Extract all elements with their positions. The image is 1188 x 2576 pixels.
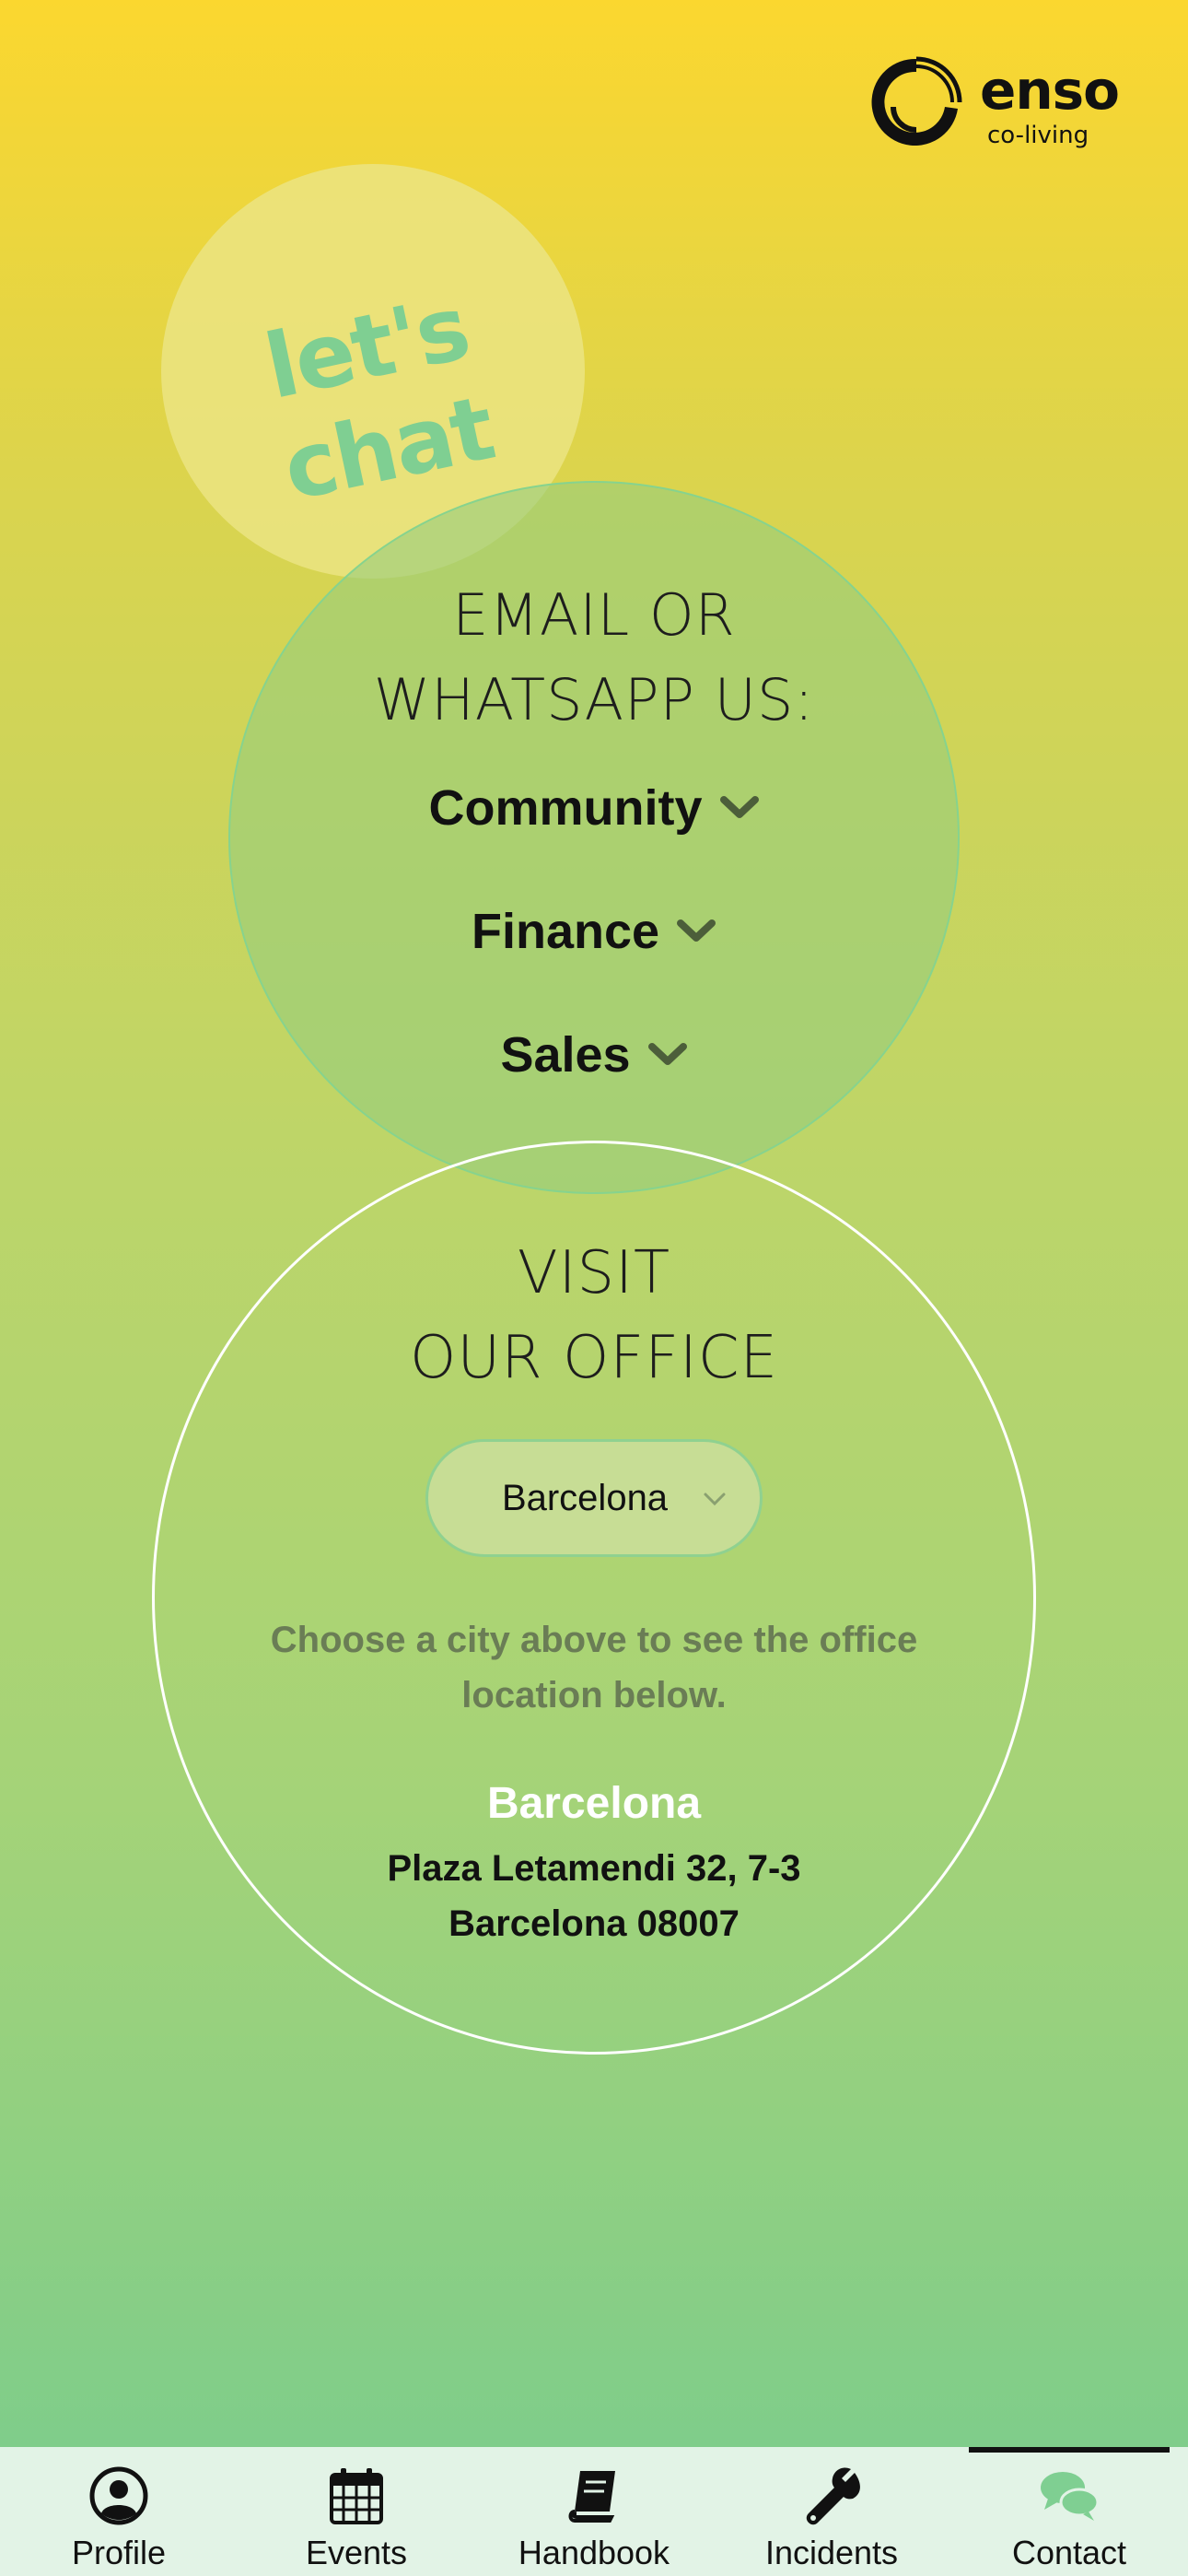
department-community-toggle[interactable]: Community [276, 779, 912, 837]
wrench-icon [806, 2467, 860, 2525]
user-circle-icon [89, 2466, 148, 2525]
chevron-down-icon [719, 796, 759, 818]
bottom-tab-bar: Profile Events Handbook Incidents Contac… [0, 2447, 1188, 2576]
department-label: Community [428, 780, 703, 836]
book-icon [568, 2471, 615, 2523]
city-select-value: Barcelona [501, 1477, 669, 1518]
tab-incidents[interactable]: Incidents [713, 2447, 950, 2576]
office-hint-text: Choose a city above to see the office lo… [270, 1620, 918, 1715]
contact-title: EMAIL OR WHATSAPP US: [373, 581, 815, 733]
tab-label: Profile [71, 2534, 167, 2571]
chevron-down-icon [677, 919, 716, 942]
tab-handbook[interactable]: Handbook [475, 2447, 713, 2576]
tab-label: Contact [1011, 2534, 1127, 2571]
office-city-name: Barcelona [486, 1779, 702, 1828]
brand-subtitle: co-living [987, 122, 1089, 149]
address-line-1: Plaza Letamendi 32, 7-3 [387, 1848, 801, 1889]
department-label: Finance [471, 904, 660, 959]
chevron-down-icon [647, 1043, 687, 1065]
department-sales-toggle[interactable]: Sales [276, 1026, 912, 1083]
chat-bubbles-icon [1041, 2472, 1100, 2521]
brand-name: enso [980, 59, 1120, 122]
enso-logo-icon [871, 56, 962, 146]
department-finance-toggle[interactable]: Finance [276, 903, 912, 960]
city-select[interactable]: Barcelona [425, 1439, 763, 1557]
tab-contact[interactable]: Contact [950, 2447, 1188, 2576]
chevron-down-icon [704, 1493, 726, 1506]
brand-logo: enso co-living [866, 52, 1133, 155]
department-label: Sales [500, 1027, 631, 1083]
office-address: Plaza Letamendi 32, 7-3 Barcelona 08007 [276, 1841, 912, 1951]
tab-label: Events [305, 2534, 408, 2571]
office-title: VISIT OUR OFFICE [409, 1239, 779, 1392]
tab-label: Handbook [518, 2534, 670, 2571]
tab-label: Incidents [764, 2534, 899, 2571]
tab-profile[interactable]: Profile [0, 2447, 238, 2576]
tab-events[interactable]: Events [238, 2447, 475, 2576]
address-line-2: Barcelona 08007 [448, 1903, 740, 1944]
calendar-icon [330, 2468, 383, 2524]
